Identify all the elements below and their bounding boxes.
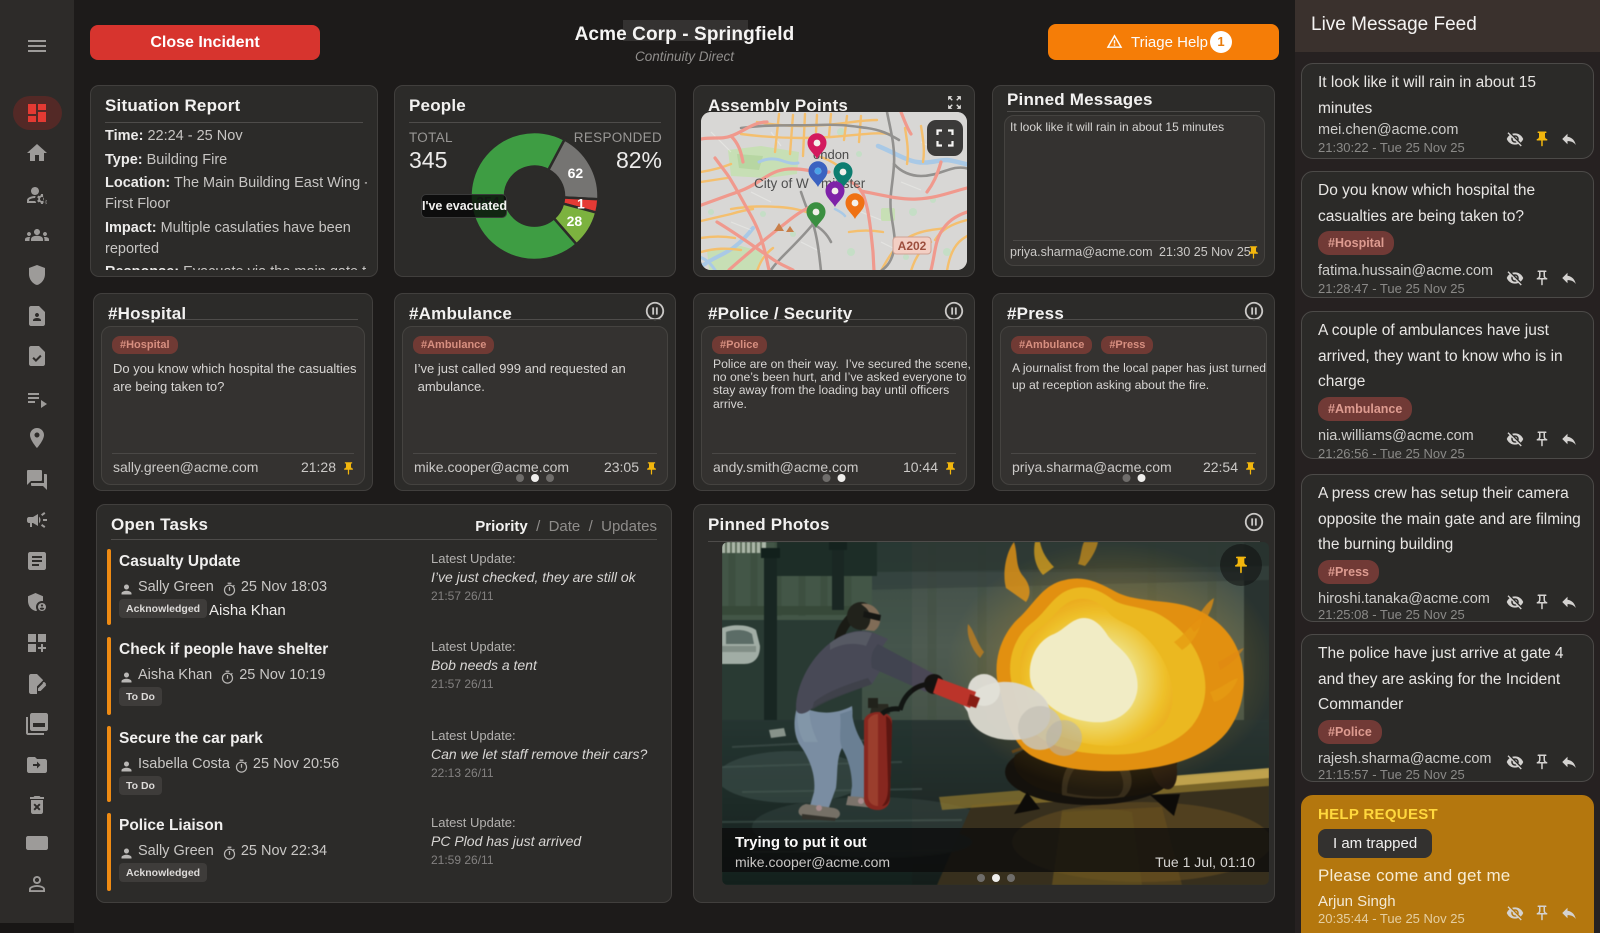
svg-text:A202: A202 <box>898 239 927 253</box>
svg-text:City of W: City of W <box>754 176 809 191</box>
svg-text:62: 62 <box>568 165 584 181</box>
svg-text:1: 1 <box>577 195 585 211</box>
svg-text:28: 28 <box>567 213 583 229</box>
